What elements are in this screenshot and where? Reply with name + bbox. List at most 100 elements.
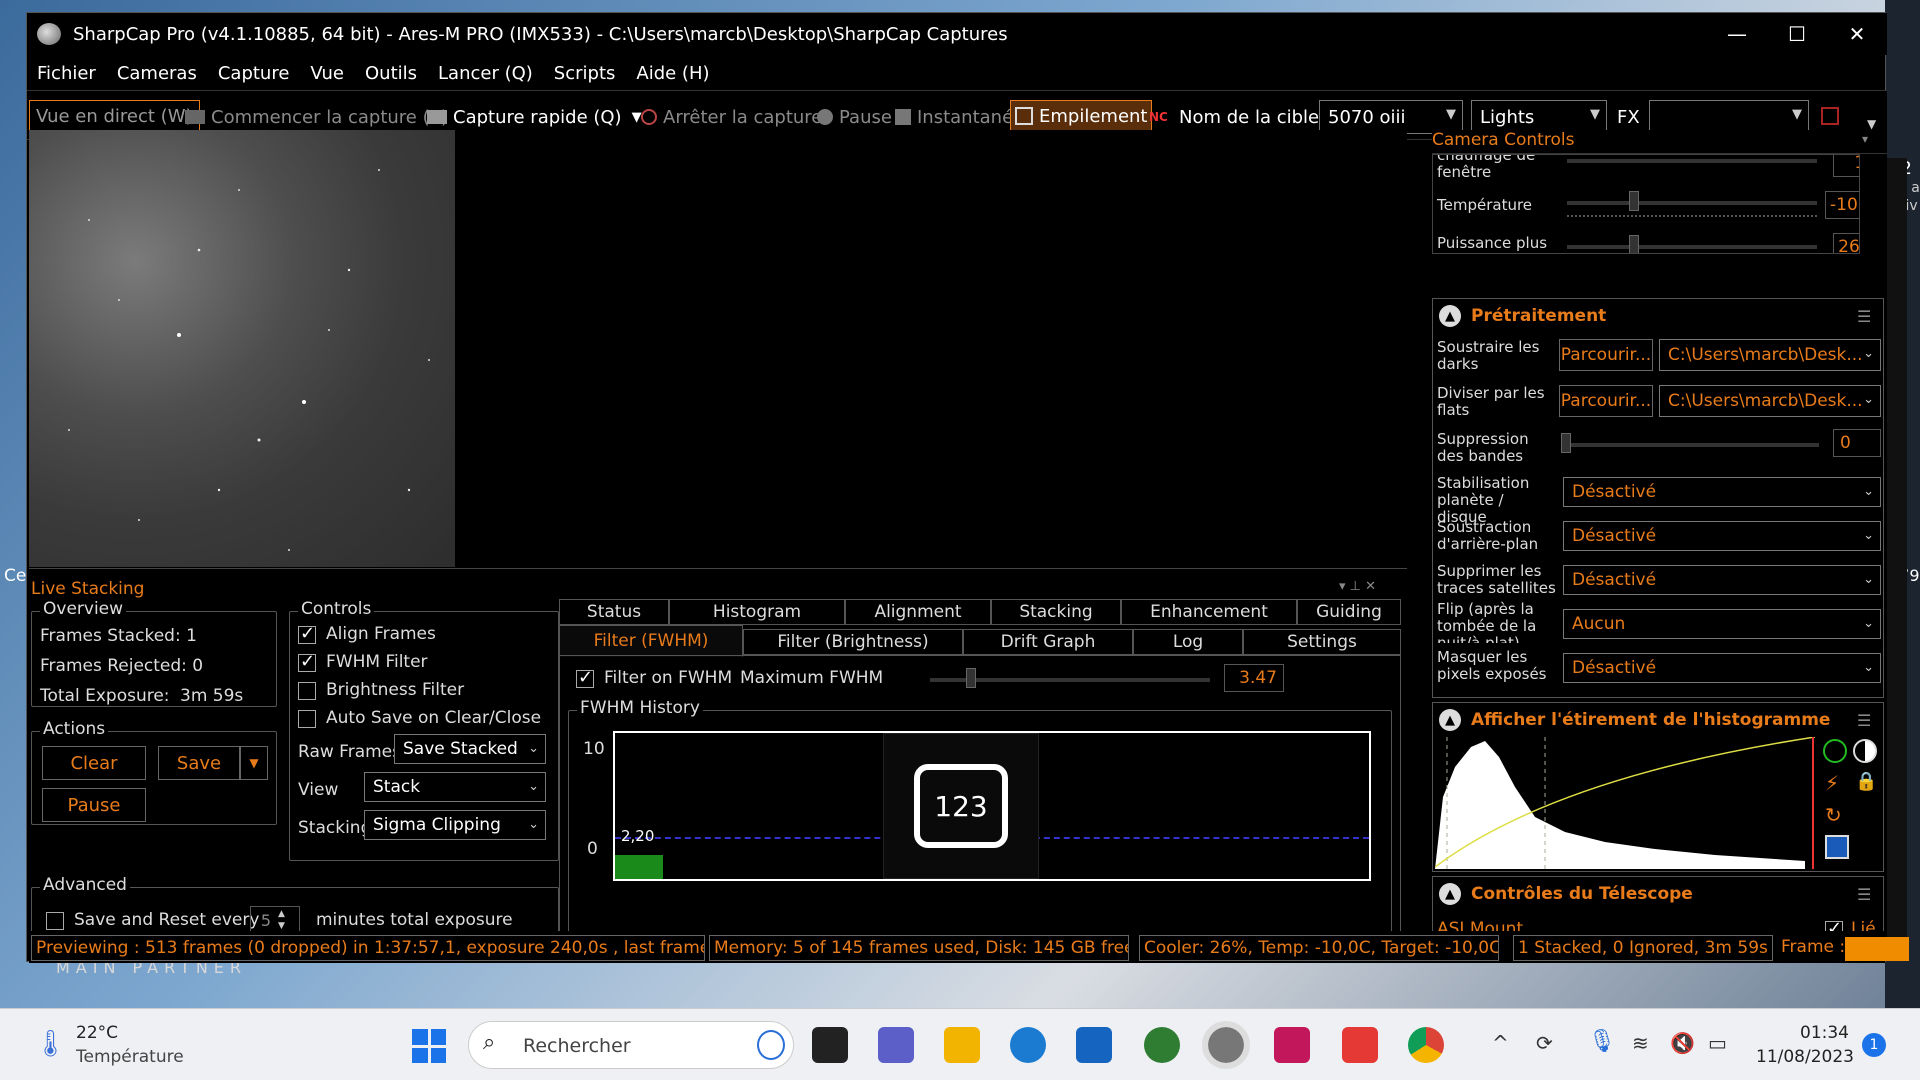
tab-status[interactable]: Status xyxy=(559,599,669,625)
pause-button[interactable]: Pause xyxy=(42,788,146,822)
stacking-mode-select[interactable]: Sigma Clipping ⌄ xyxy=(364,810,546,840)
temperature-value[interactable]: -10,0 xyxy=(1825,191,1859,219)
close-button[interactable]: ✕ xyxy=(1827,13,1887,55)
speaker-muted-icon[interactable]: 🔇 xyxy=(1670,1031,1695,1055)
hamburger-icon[interactable]: ☰ xyxy=(1857,711,1871,730)
pause-toolbar-button[interactable]: Pause xyxy=(817,103,892,131)
app-icon-red[interactable] xyxy=(1274,1027,1310,1063)
brightness-filter-checkbox[interactable] xyxy=(298,682,316,700)
menu-cameras[interactable]: Cameras xyxy=(117,63,197,84)
hot-pixels-select[interactable]: Désactivé ⌄ xyxy=(1563,653,1881,683)
max-fwhm-value[interactable]: 3.47 xyxy=(1224,664,1284,692)
save-button[interactable]: Save xyxy=(158,746,240,780)
menu-fichier[interactable]: Fichier xyxy=(37,63,96,84)
max-fwhm-slider-thumb[interactable] xyxy=(966,668,976,688)
save-histogram-icon[interactable] xyxy=(1825,835,1849,859)
filter-on-fwhm-checkbox[interactable] xyxy=(576,667,594,688)
tab-log[interactable]: Log xyxy=(1133,629,1243,655)
clock-time[interactable]: 01:34 xyxy=(1800,1023,1849,1043)
task-view-icon[interactable] xyxy=(812,1027,848,1063)
darks-path-select[interactable]: C:\Users\marcb\Desk... ⌄ xyxy=(1659,339,1881,371)
windows-start-icon[interactable] xyxy=(412,1029,446,1063)
snapshot-button[interactable]: Instantané xyxy=(895,103,1013,131)
tab-stacking[interactable]: Stacking xyxy=(991,599,1121,625)
window-heater-slider[interactable] xyxy=(1567,159,1817,163)
menu-capture[interactable]: Capture xyxy=(218,63,290,84)
live-view-button[interactable]: Vue en direct (W) xyxy=(29,100,200,132)
flats-path-select[interactable]: C:\Users\marcb\Desk... ⌄ xyxy=(1659,385,1881,417)
clear-button[interactable]: Clear xyxy=(42,746,146,780)
minimize-button[interactable]: — xyxy=(1707,13,1767,55)
tab-guiding[interactable]: Guiding xyxy=(1297,599,1401,625)
menu-lancer[interactable]: Lancer (Q) xyxy=(438,63,533,84)
cooler-power-slider-thumb[interactable] xyxy=(1629,235,1639,253)
search-box[interactable]: ⌕ Rechercher xyxy=(468,1021,794,1069)
darks-browse-button[interactable]: Parcourir... xyxy=(1559,339,1653,371)
fx-select[interactable]: ▼ xyxy=(1649,100,1809,134)
auto-save-checkbox[interactable] xyxy=(298,710,316,728)
spinner-arrows-icon[interactable]: ▲ ▼ xyxy=(278,908,285,932)
stacking-button[interactable]: Empilement xyxy=(1010,100,1153,132)
banding-slider-thumb[interactable] xyxy=(1561,433,1571,453)
flip-select[interactable]: Aucun ⌄ xyxy=(1563,609,1881,639)
clock-date[interactable]: 11/08/2023 xyxy=(1756,1047,1854,1067)
satellite-select[interactable]: Désactivé ⌄ xyxy=(1563,565,1881,595)
reset-icon[interactable]: ↻ xyxy=(1825,803,1842,827)
stop-capture-button[interactable]: Arrêter la capture xyxy=(641,103,822,131)
temperature-slider-thumb[interactable] xyxy=(1629,191,1639,211)
camera-controls-scrollbar[interactable] xyxy=(1887,158,1907,948)
weather-label[interactable]: Température xyxy=(76,1047,184,1067)
panel-options-icon[interactable]: ▾ ⊥ ✕ xyxy=(1339,579,1376,594)
save-reset-checkbox[interactable] xyxy=(46,912,64,930)
phd2-icon[interactable] xyxy=(1144,1027,1180,1063)
histogram-header[interactable]: ▲ Afficher l'étirement de l'histogramme xyxy=(1433,705,1883,735)
camera-preview-image[interactable] xyxy=(29,130,455,567)
hamburger-icon[interactable]: ☰ xyxy=(1857,885,1871,904)
temperature-slider[interactable] xyxy=(1567,201,1817,205)
cooler-power-slider[interactable] xyxy=(1567,245,1817,249)
nc-icon[interactable]: NC xyxy=(1149,103,1168,131)
view-select[interactable]: Stack ⌄ xyxy=(364,772,546,802)
save-options-dropdown[interactable]: ▼ xyxy=(240,746,268,780)
contrast-icon[interactable] xyxy=(1853,739,1877,763)
thermometer-icon[interactable]: 🌡 xyxy=(34,1029,67,1059)
notification-badge[interactable]: 1 xyxy=(1862,1033,1886,1057)
cooler-power-value[interactable]: 26,0 xyxy=(1833,233,1859,253)
target-name-select[interactable]: 5070 oiii ▼ xyxy=(1319,100,1463,134)
store-icon[interactable] xyxy=(1076,1027,1112,1063)
hamburger-icon[interactable]: ☰ xyxy=(1857,307,1871,326)
chevron-up-icon[interactable]: ^ xyxy=(1492,1031,1509,1055)
pretraitement-header[interactable]: ▲ Prétraitement xyxy=(1433,301,1883,331)
tab-drift-graph[interactable]: Drift Graph xyxy=(963,629,1133,655)
record-icon[interactable] xyxy=(1821,107,1839,125)
banding-value[interactable]: 0 xyxy=(1833,429,1881,457)
quick-capture-button[interactable]: Capture rapide (Q) ▼ xyxy=(427,103,642,131)
tab-filter-brightness[interactable]: Filter (Brightness) xyxy=(743,629,963,655)
bg-subtract-select[interactable]: Désactivé ⌄ xyxy=(1563,521,1881,551)
microphone-icon[interactable]: 🎙 xyxy=(1588,1029,1616,1054)
wifi-icon[interactable]: ≋ xyxy=(1632,1031,1649,1055)
raw-frames-select[interactable]: Save Stacked ⌄ xyxy=(394,734,546,764)
menu-vue[interactable]: Vue xyxy=(310,63,344,84)
anydesk-icon[interactable] xyxy=(1342,1027,1378,1063)
battery-icon[interactable]: ▭ xyxy=(1708,1031,1727,1055)
frame-type-select[interactable]: Lights ▼ xyxy=(1471,100,1607,134)
lightning-icon[interactable]: ⚡ xyxy=(1825,771,1839,795)
sync-icon[interactable]: ⟳ xyxy=(1536,1031,1553,1055)
maximize-button[interactable]: ☐ xyxy=(1767,13,1827,55)
tab-settings[interactable]: Settings xyxy=(1243,629,1401,655)
sharpcap-taskbar-icon[interactable] xyxy=(1202,1021,1250,1069)
menu-outils[interactable]: Outils xyxy=(365,63,417,84)
tab-alignment[interactable]: Alignment xyxy=(845,599,991,625)
telescope-header[interactable]: ▲ Contrôles du Télescope xyxy=(1433,879,1883,909)
toolbar-overflow-icon[interactable]: ▼ xyxy=(1867,117,1876,131)
lock-icon[interactable]: 🔒 xyxy=(1855,771,1877,792)
weather-temp[interactable]: 22°C xyxy=(76,1023,118,1043)
start-capture-button[interactable]: Commencer la capture (S) xyxy=(185,103,448,131)
menu-scripts[interactable]: Scripts xyxy=(554,63,616,84)
fwhm-filter-checkbox[interactable] xyxy=(298,651,316,672)
minutes-spinner[interactable]: 5 xyxy=(250,906,300,934)
panel-pin-icon[interactable]: ▾ xyxy=(1862,132,1868,146)
chrome-icon[interactable] xyxy=(1408,1027,1444,1063)
teams-icon[interactable] xyxy=(878,1027,914,1063)
